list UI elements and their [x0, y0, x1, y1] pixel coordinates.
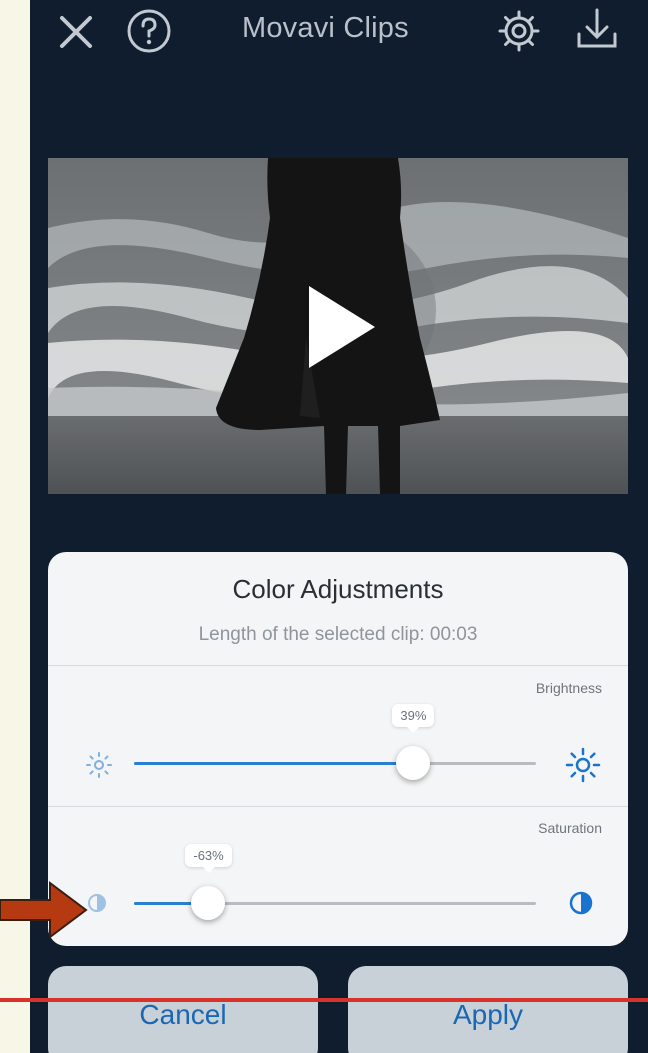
- annotation-red-line: [0, 998, 648, 1002]
- close-icon[interactable]: [58, 14, 94, 50]
- play-icon[interactable]: [301, 282, 381, 372]
- brightness-slider-thumb[interactable]: [396, 746, 431, 780]
- color-adjustments-panel: Color Adjustments Length of the selected…: [48, 552, 628, 946]
- cancel-button[interactable]: Cancel: [48, 966, 318, 1053]
- settings-gear-icon[interactable]: [496, 8, 542, 54]
- saturation-value-bubble: -63%: [185, 844, 232, 873]
- brightness-value-bubble: 39%: [392, 704, 435, 733]
- brightness-slider-fill: [134, 762, 414, 765]
- brightness-low-icon: [86, 752, 112, 778]
- clip-length-text: Length of the selected clip: 00:03: [198, 624, 478, 645]
- apply-button[interactable]: Apply: [348, 966, 628, 1053]
- saturation-slider-thumb[interactable]: [191, 886, 226, 920]
- phone-screen: Movavi Clips Color Adjustments Length of…: [30, 0, 648, 1053]
- saturation-label: Saturation: [538, 820, 602, 836]
- divider: [48, 665, 628, 666]
- annotation-arrow-icon: [0, 881, 88, 939]
- saturation-high-icon: [569, 891, 593, 915]
- divider: [48, 806, 628, 807]
- help-icon[interactable]: [124, 6, 174, 56]
- download-icon[interactable]: [574, 6, 620, 52]
- brightness-slider-track[interactable]: [134, 762, 536, 765]
- panel-title: Color Adjustments: [232, 574, 444, 604]
- brightness-high-icon: [565, 747, 601, 783]
- top-bar: Movavi Clips: [30, 0, 648, 70]
- app-title: Movavi Clips: [242, 12, 409, 44]
- brightness-label: Brightness: [535, 680, 602, 696]
